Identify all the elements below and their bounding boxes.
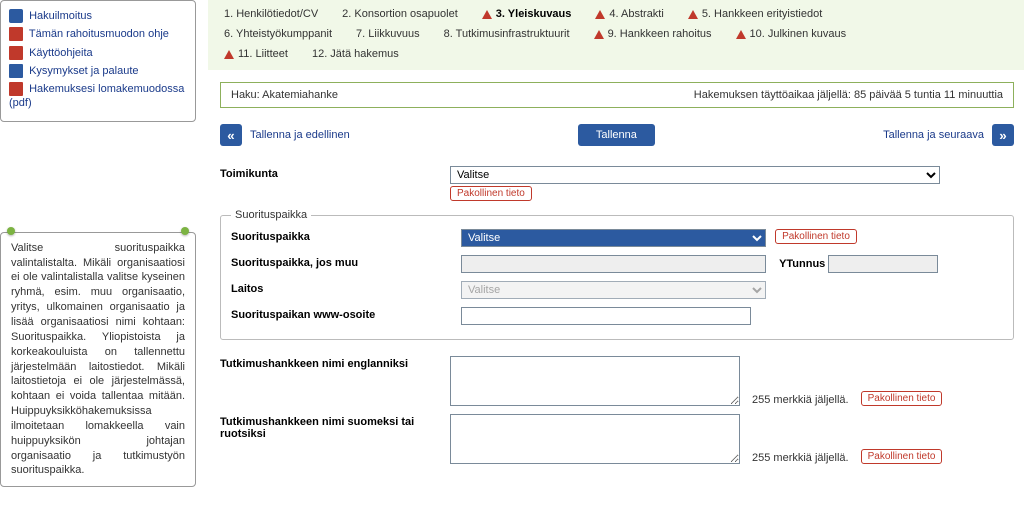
char-count-en: 255 merkkiä jäljellä. — [752, 394, 849, 406]
sidebar-label: Kysymykset ja palaute — [29, 65, 138, 77]
help-text: Valitse suorituspaikka valintalistalta. … — [11, 241, 185, 479]
laitos-label: Laitos — [231, 281, 461, 295]
haku-label: Haku: Akatemiahanke — [231, 89, 338, 101]
suorituspaikka-select[interactable]: Valitse — [461, 229, 766, 247]
tabs-nav: 1. Henkilötiedot/CV 2. Konsortion osapuol… — [208, 0, 1024, 70]
mail-icon — [9, 64, 23, 78]
tab-label: 5. Hankkeen erityistiedot — [702, 8, 822, 20]
search-icon — [9, 9, 23, 23]
tab-step-5[interactable]: 5. Hankkeen erityistiedot — [682, 6, 828, 22]
sidebar-link-hakuilmoitus[interactable]: Hakuilmoitus — [9, 7, 187, 25]
tab-step-8[interactable]: 8. Tutkimusinfrastruktuurit — [438, 26, 576, 42]
required-badge: Pakollinen tieto — [775, 229, 857, 244]
laitos-select[interactable]: Valitse — [461, 281, 766, 299]
warning-icon — [736, 30, 746, 39]
ytunnus-label: YTunnus — [779, 258, 825, 270]
tab-label: 8. Tutkimusinfrastruktuurit — [444, 28, 570, 40]
warning-icon — [482, 10, 492, 19]
warning-icon — [224, 50, 234, 59]
tab-label: 7. Liikkuvuus — [356, 28, 420, 40]
tab-step-6[interactable]: 6. Yhteistyökumppanit — [218, 26, 338, 42]
tab-step-11[interactable]: 11. Liitteet — [218, 46, 294, 62]
tab-step-10[interactable]: 10. Julkinen kuvaus — [730, 26, 853, 42]
tab-label: 6. Yhteistyökumppanit — [224, 28, 332, 40]
tab-step-9[interactable]: 9. Hankkeen rahoitus — [588, 26, 718, 42]
tab-label: 4. Abstrakti — [609, 8, 663, 20]
char-count-fi: 255 merkkiä jäljellä. — [752, 452, 849, 464]
sidebar-link-rahoitusmuoto-ohje[interactable]: Tämän rahoitusmuodon ohje — [9, 25, 187, 43]
suorituspaikka-muu-label: Suorituspaikka, jos muu — [231, 255, 461, 269]
sidebar-label: Hakuilmoitus — [29, 10, 92, 22]
toimikunta-select[interactable]: Valitse — [450, 166, 940, 184]
sidebar-link-hakemus-pdf[interactable]: Hakemuksesi lomakemuodossa (pdf) — [9, 80, 187, 113]
sidebar-label: Hakemuksesi lomakemuodossa (pdf) — [9, 83, 184, 109]
toimikunta-label: Toimikunta — [220, 166, 450, 180]
nimi-en-label: Tutkimushankkeen nimi englanniksi — [220, 356, 450, 370]
pdf-icon — [9, 46, 23, 60]
tab-step-7[interactable]: 7. Liikkuvuus — [350, 26, 426, 42]
tab-label: 2. Konsortion osapuolet — [342, 8, 458, 20]
tab-step-2[interactable]: 2. Konsortion osapuolet — [336, 6, 464, 22]
tab-step-12[interactable]: 12. Jätä hakemus — [306, 46, 405, 62]
suorituspaikka-legend: Suorituspaikka — [231, 209, 311, 221]
sidebar-nav: Hakuilmoitus Tämän rahoitusmuodon ohje K… — [0, 0, 196, 122]
pdf-icon — [9, 27, 23, 41]
suorituspaikka-fieldset: Suorituspaikka Suorituspaikka Valitse Pa… — [220, 209, 1014, 340]
help-note: Valitse suorituspaikka valintalistalta. … — [0, 232, 196, 488]
required-badge: Pakollinen tieto — [861, 449, 943, 464]
next-button[interactable]: » — [992, 124, 1014, 146]
suorituspaikka-muu-input[interactable] — [461, 255, 766, 273]
time-left-label: Hakemuksen täyttöaikaa jäljellä: 85 päiv… — [694, 89, 1003, 101]
required-badge: Pakollinen tieto — [450, 186, 532, 201]
nimi-fi-label: Tutkimushankkeen nimi suomeksi tai ruots… — [220, 414, 450, 440]
tab-step-4[interactable]: 4. Abstrakti — [589, 6, 669, 22]
nimi-en-textarea[interactable] — [450, 356, 740, 406]
sidebar-label: Käyttöohjeita — [29, 47, 93, 59]
tab-step-1[interactable]: 1. Henkilötiedot/CV — [218, 6, 324, 22]
save-prev-button[interactable]: Tallenna ja edellinen — [250, 129, 350, 141]
pdf-icon — [9, 82, 23, 96]
tab-label: 1. Henkilötiedot/CV — [224, 8, 318, 20]
tab-label: 12. Jätä hakemus — [312, 48, 399, 60]
www-label: Suorituspaikan www-osoite — [231, 307, 461, 321]
tab-label: 10. Julkinen kuvaus — [750, 28, 847, 40]
warning-icon — [688, 10, 698, 19]
suorituspaikka-label: Suorituspaikka — [231, 229, 461, 243]
tab-label: 9. Hankkeen rahoitus — [608, 28, 712, 40]
save-button[interactable]: Tallenna — [578, 124, 655, 146]
tab-label: 11. Liitteet — [238, 48, 288, 60]
warning-icon — [595, 10, 605, 19]
pin-icon — [7, 227, 15, 235]
pin-icon — [181, 227, 189, 235]
button-row: « Tallenna ja edellinen Tallenna Tallenn… — [220, 124, 1014, 146]
www-input[interactable] — [461, 307, 751, 325]
prev-button[interactable]: « — [220, 124, 242, 146]
save-next-button[interactable]: Tallenna ja seuraava — [883, 129, 984, 141]
tab-step-3[interactable]: 3. Yleiskuvaus — [476, 6, 578, 22]
sidebar-link-kayttoohjeita[interactable]: Käyttöohjeita — [9, 44, 187, 62]
sidebar-label: Tämän rahoitusmuodon ohje — [29, 28, 169, 40]
nimi-fi-textarea[interactable] — [450, 414, 740, 464]
warning-icon — [594, 30, 604, 39]
status-bar: Haku: Akatemiahanke Hakemuksen täyttöaik… — [220, 82, 1014, 108]
required-badge: Pakollinen tieto — [861, 391, 943, 406]
ytunnus-input[interactable] — [828, 255, 938, 273]
tab-label: 3. Yleiskuvaus — [496, 8, 572, 20]
sidebar-link-kysymykset[interactable]: Kysymykset ja palaute — [9, 62, 187, 80]
